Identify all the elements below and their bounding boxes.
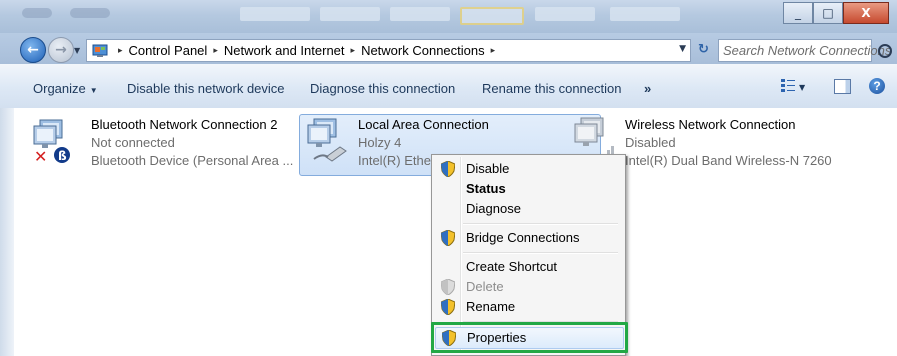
maximize-button[interactable]: □ [813, 2, 843, 24]
diagnose-connection-button[interactable]: Diagnose this connection [310, 81, 455, 96]
menu-item-status[interactable]: Status [435, 179, 622, 199]
disable-device-button[interactable]: Disable this network device [127, 81, 285, 96]
network-adapter-icon: ✕ ß [33, 119, 70, 164]
control-panel-icon [92, 44, 108, 57]
menu-item-bridge-connections[interactable]: Bridge Connections [435, 228, 622, 248]
uac-shield-icon [441, 161, 455, 177]
menu-separator [463, 252, 618, 254]
network-adapter-icon [307, 118, 347, 162]
caption-buttons: _ □ X [783, 2, 889, 24]
caret-down-icon: ▼ [89, 86, 98, 95]
more-commands-button[interactable]: » [644, 81, 651, 96]
address-dropdown-icon[interactable]: ▼ [679, 44, 686, 54]
uac-shield-icon [441, 299, 455, 315]
properties-highlight-box [431, 322, 628, 353]
menu-item-label: Bridge Connections [466, 230, 580, 245]
menu-item-label: Rename [466, 299, 516, 314]
menu-item-label: Create Shortcut [466, 259, 558, 274]
blurred-background [320, 7, 380, 21]
rename-connection-button[interactable]: Rename this connection [482, 81, 621, 96]
search-icon[interactable] [878, 44, 892, 58]
menu-item-disable[interactable]: Disable [435, 159, 622, 179]
menu-item-label: Diagnose [466, 201, 521, 216]
breadcrumb-network-and-internet[interactable]: Network and Internet [224, 43, 345, 58]
uac-shield-icon [441, 230, 455, 246]
menu-item-rename[interactable]: Rename [435, 297, 622, 317]
connection-item-bluetooth[interactable]: ✕ ß Bluetooth Network Connection 2 Not c… [14, 114, 293, 174]
arrow-right-icon: → [55, 42, 67, 58]
connection-name: Local Area Connection [358, 117, 489, 132]
breadcrumb-separator[interactable]: ▸ [491, 46, 496, 56]
connection-name: Wireless Network Connection [625, 117, 796, 132]
breadcrumb-separator: ▸ [118, 45, 123, 56]
blurred-background [390, 7, 450, 21]
blurred-background [460, 7, 524, 25]
connection-device: Intel(R) Dual Band Wireless-N 7260 [625, 153, 832, 168]
breadcrumb-control-panel[interactable]: Control Panel [129, 43, 208, 58]
blurred-background [70, 8, 110, 18]
address-bar[interactable]: ▸ Control Panel ▸ Network and Internet ▸… [86, 39, 691, 62]
back-button[interactable]: ← [20, 37, 46, 63]
organize-button[interactable]: Organize ▼ [33, 81, 98, 96]
close-button[interactable]: X [843, 2, 889, 24]
change-view-icon[interactable] [781, 78, 795, 94]
blurred-background [240, 7, 310, 21]
connection-device: Intel(R) Ethern [358, 153, 443, 168]
menu-item-label: Disable [466, 161, 510, 176]
refresh-icon: ↻ [698, 42, 709, 57]
navigation-edge [0, 108, 14, 356]
connection-status: Holzy 4 [358, 135, 402, 150]
arrow-left-icon: ← [27, 42, 39, 58]
uac-shield-icon [441, 279, 455, 295]
menu-separator [463, 223, 618, 225]
breadcrumb-separator[interactable]: ▸ [213, 46, 218, 56]
view-options-dropdown[interactable]: ▼ [799, 83, 805, 92]
blurred-background [610, 7, 680, 21]
organize-label: Organize [33, 81, 86, 96]
preview-pane-icon[interactable] [834, 79, 851, 94]
recent-pages-dropdown[interactable]: ▼ [74, 46, 80, 55]
menu-item-delete: Delete [435, 277, 622, 297]
connection-name: Bluetooth Network Connection 2 [91, 117, 278, 132]
search-input[interactable]: Search Network Connections [718, 39, 891, 62]
explorer-window: _ □ X ← → ▼ ▸ Control Panel ▸ Network an… [0, 0, 897, 356]
forward-button[interactable]: → [48, 37, 74, 63]
breadcrumb-separator[interactable]: ▸ [351, 46, 356, 56]
svg-text:ß: ß [58, 149, 67, 163]
blurred-background [535, 7, 595, 21]
search-placeholder: Search Network Connections [723, 43, 892, 58]
refresh-button[interactable]: ↻ [698, 42, 709, 57]
command-bar: Organize ▼ Disable this network device Di… [0, 64, 897, 109]
menu-item-label: Delete [466, 279, 504, 294]
blurred-background [22, 8, 52, 18]
title-bar: _ □ X [0, 0, 897, 33]
connection-status: Not connected [91, 135, 175, 150]
connection-device: Bluetooth Device (Personal Area ... [91, 153, 294, 168]
minimize-button[interactable]: _ [783, 2, 813, 24]
menu-item-label: Status [466, 181, 506, 196]
connection-status: Disabled [625, 135, 676, 150]
menu-item-diagnose[interactable]: Diagnose [435, 199, 622, 219]
breadcrumb-network-connections[interactable]: Network Connections [361, 43, 485, 58]
help-icon[interactable]: ? [869, 78, 885, 94]
address-row: ← → ▼ ▸ Control Panel ▸ Network and Inte… [0, 33, 897, 64]
menu-item-create-shortcut[interactable]: Create Shortcut [435, 257, 622, 277]
svg-text:✕: ✕ [34, 147, 47, 164]
